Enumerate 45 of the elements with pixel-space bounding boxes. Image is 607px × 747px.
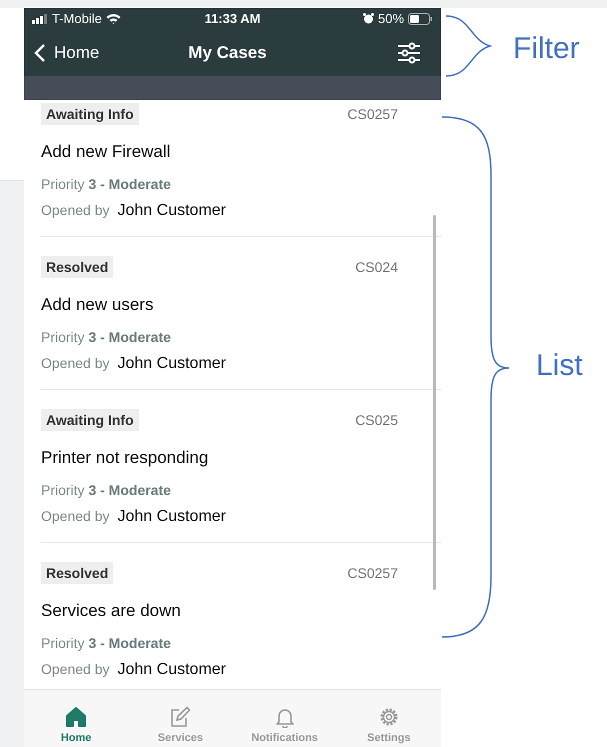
- annotation-label: Filter: [513, 32, 580, 66]
- case-title[interactable]: Add new users: [41, 294, 441, 315]
- scrollbar[interactable]: [433, 214, 436, 590]
- battery-icon: [408, 12, 434, 25]
- status-badge: Resolved: [41, 562, 114, 584]
- chevron-left-icon: [34, 42, 46, 63]
- status-badge: Awaiting Info: [41, 408, 139, 431]
- case-priority: Priority 3 - Moderate: [41, 328, 172, 345]
- opened-by-label: Opened by: [41, 508, 110, 524]
- case-priority: Priority 3 - Moderate: [41, 176, 172, 192]
- case-number: CS025: [355, 412, 398, 428]
- case-number: CS0257: [347, 564, 398, 581]
- opened-by-name: John Customer: [118, 202, 226, 220]
- edit-icon: [169, 706, 192, 728]
- case-title[interactable]: Printer not responding: [41, 448, 441, 468]
- annotation-label: List: [536, 349, 583, 383]
- opened-by-label: Opened by: [41, 660, 110, 677]
- screen-title: My Cases: [188, 42, 267, 63]
- settings-icon: [378, 706, 400, 728]
- case-title[interactable]: Add new Firewall: [41, 142, 441, 162]
- brace-icon: [441, 116, 511, 638]
- tab-item[interactable]: Home: [24, 690, 128, 747]
- opened-by-name: John Customer: [118, 660, 226, 679]
- case-priority: Priority 3 - Moderate: [41, 482, 172, 498]
- opened-by-label: Opened by: [41, 354, 110, 371]
- brace-icon: [445, 15, 493, 77]
- filter-icon[interactable]: [397, 42, 421, 64]
- alarm-icon: [362, 13, 374, 24]
- home-icon: [65, 706, 88, 728]
- carrier-name: T-Mobile: [52, 11, 102, 26]
- back-button[interactable]: Home: [34, 42, 188, 63]
- wifi-icon: [106, 13, 121, 24]
- signal-icon: [32, 14, 48, 24]
- battery-percent: 50%: [378, 11, 404, 26]
- opened-by-label: Opened by: [41, 202, 110, 218]
- case-number: CS024: [355, 258, 398, 275]
- opened-by-name: John Customer: [118, 354, 226, 373]
- status-badge: Awaiting Info: [41, 102, 139, 125]
- case-title[interactable]: Services are down: [41, 600, 441, 621]
- bell-icon: [274, 706, 296, 728]
- opened-by-name: John Customer: [118, 508, 226, 526]
- case-number: CS0257: [347, 106, 398, 122]
- case-priority: Priority 3 - Moderate: [41, 634, 172, 651]
- status-time: 11:33 AM: [204, 11, 260, 26]
- status-badge: Resolved: [41, 256, 114, 278]
